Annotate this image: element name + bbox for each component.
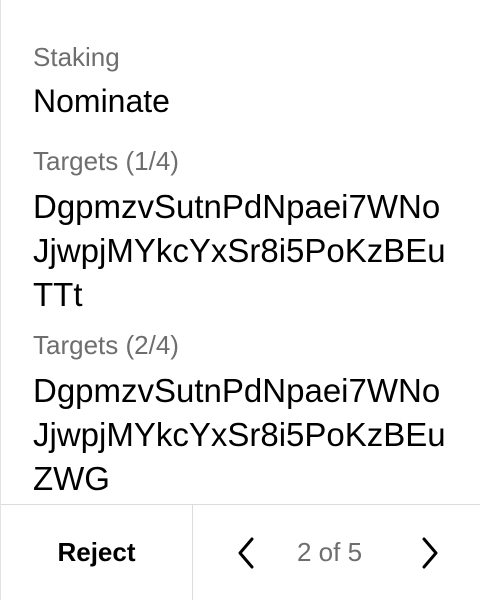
target-address: DgpmzvSutnPdNpaei7WNoJjwpjMYkcYxSr8i5PoK… [33,188,446,313]
action-footer: Reject 2 of 5 [1,504,480,600]
target-field-2: Targets (2/4) DgpmzvSutnPdNpaei7WNoJjwpj… [33,330,453,501]
section-label: Staking [33,42,120,72]
target-label: Targets (1/4) [33,146,179,176]
reject-button[interactable]: Reject [1,505,193,600]
target-label: Targets (2/4) [33,330,179,360]
page-indicator: 2 of 5 [297,537,363,567]
action-value: Nominate [33,83,170,119]
pagination: 2 of 5 [193,505,480,600]
next-page-button[interactable] [415,535,445,571]
target-address: DgpmzvSutnPdNpaei7WNoJjwpjMYkcYxSr8i5PoK… [33,372,446,497]
chevron-right-icon [422,537,438,569]
staking-field: Staking Nominate [33,42,170,120]
reject-label: Reject [57,537,136,567]
previous-page-button[interactable] [231,535,261,571]
review-screen: Staking Nominate Targets (1/4) DgpmzvSut… [0,0,480,600]
target-field-1: Targets (1/4) DgpmzvSutnPdNpaei7WNoJjwpj… [33,146,453,317]
chevron-left-icon [238,537,254,569]
